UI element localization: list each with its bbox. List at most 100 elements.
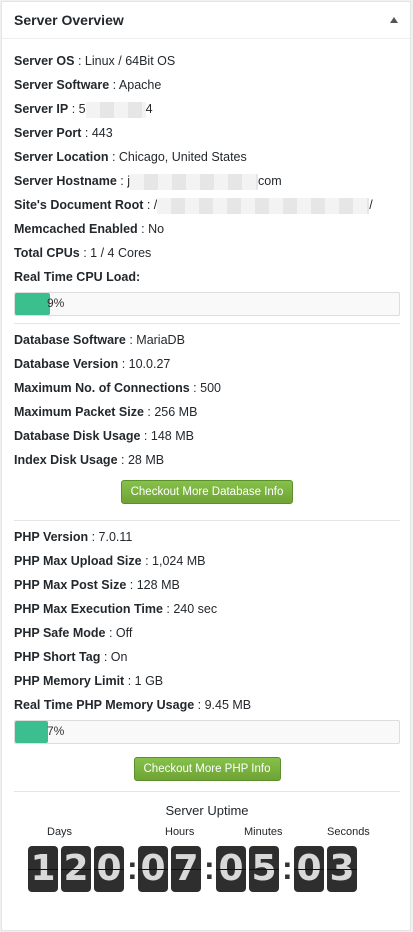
server-overview-panel: Server Overview Server OS : Linux / 64Bi…: [1, 1, 411, 931]
db-software-label: Database Software: [14, 333, 126, 347]
php-memory-limit-row: PHP Memory Limit : 1 GB: [14, 674, 164, 688]
php-info-button[interactable]: Checkout More PHP Info: [133, 757, 281, 781]
uptime-digit: 1: [28, 846, 58, 892]
db-disk-usage-row: Database Disk Usage : 148 MB: [14, 429, 194, 443]
panel-header[interactable]: Server Overview: [2, 2, 410, 39]
php-post-size-row: PHP Max Post Size : 128 MB: [14, 578, 180, 592]
php-execution-time-row: PHP Max Execution Time : 240 sec: [14, 602, 218, 616]
db-version-label: Database Version: [14, 357, 119, 371]
total-cpus-value: 1 / 4 Cores: [90, 246, 152, 260]
server-port-label: Server Port: [14, 126, 82, 140]
db-max-connections-row: Maximum No. of Connections : 500: [14, 381, 221, 395]
php-safe-mode-label: PHP Safe Mode: [14, 626, 106, 640]
uptime-digit: 7: [171, 846, 201, 892]
index-disk-usage-value: 28 MB: [127, 453, 165, 467]
php-upload-size-value: 1,024 MB: [152, 554, 206, 568]
php-post-size-value: 128 MB: [136, 578, 180, 592]
php-execution-time-value: 240 sec: [173, 602, 218, 616]
db-max-connections-label: Maximum No. of Connections: [14, 381, 190, 395]
cpu-load-percent: 9%: [47, 296, 65, 310]
php-memory-limit-value: 1 GB: [134, 674, 164, 688]
seconds-label: Seconds: [327, 826, 370, 838]
cpu-load-row: Real Time CPU Load:: [14, 265, 400, 289]
uptime-digit: 0: [294, 846, 324, 892]
db-max-connections-value: 500: [200, 381, 221, 395]
cpu-load-fill: [15, 293, 50, 315]
php-short-tag-row: PHP Short Tag : On: [14, 650, 128, 664]
cpu-load-label: Real Time CPU Load:: [14, 270, 141, 284]
panel-title: Server Overview: [14, 12, 124, 28]
php-memory-usage-row: Real Time PHP Memory Usage : 9.45 MB: [14, 698, 252, 712]
php-safe-mode-row: PHP Safe Mode : Off: [14, 626, 133, 640]
minutes-label: Minutes: [244, 826, 283, 838]
db-version-value: 10.0.27: [128, 357, 171, 371]
server-os-value: Linux / 64Bit OS: [84, 54, 176, 68]
uptime-digit: 3: [327, 846, 357, 892]
uptime-digit: 5: [249, 846, 279, 892]
server-location-row: Server Location : Chicago, United States: [14, 150, 247, 164]
server-hostname-suffix: com: [258, 174, 282, 188]
index-disk-usage-row: Index Disk Usage : 28 MB: [14, 453, 165, 467]
uptime-digit: 2: [61, 846, 91, 892]
memcached-label: Memcached Enabled: [14, 222, 138, 236]
db-button-wrap: Checkout More Database Info: [14, 472, 400, 520]
divider: [14, 791, 400, 792]
php-memory-fill: [15, 721, 48, 743]
colon-separator: :: [127, 850, 138, 886]
db-disk-usage-label: Database Disk Usage: [14, 429, 141, 443]
server-hostname-row: Server Hostname : j com: [14, 173, 282, 190]
server-ip-label: Server IP: [14, 102, 69, 116]
server-ip-row: Server IP : 54: [14, 101, 153, 118]
db-disk-usage-value: 148 MB: [150, 429, 194, 443]
server-os-row: Server OS : Linux / 64Bit OS: [14, 54, 176, 68]
index-disk-usage-label: Index Disk Usage: [14, 453, 118, 467]
colon-separator: :: [282, 850, 293, 886]
server-location-value: Chicago, United States: [118, 150, 247, 164]
php-safe-mode-value: Off: [115, 626, 133, 640]
uptime-unit-labels: Days Hours Minutes Seconds: [14, 822, 400, 844]
php-short-tag-label: PHP Short Tag: [14, 650, 101, 664]
server-location-label: Server Location: [14, 150, 109, 164]
uptime-digit: 0: [138, 846, 168, 892]
db-version-row: Database Version : 10.0.27: [14, 357, 171, 371]
days-label: Days: [47, 826, 73, 838]
hours-label: Hours: [165, 826, 195, 838]
total-cpus-label: Total CPUs: [14, 246, 80, 260]
document-root-suffix: /: [369, 198, 373, 212]
divider: [14, 520, 400, 521]
php-memory-progress: 7%: [14, 720, 400, 744]
db-max-packet-row: Maximum Packet Size : 256 MB: [14, 405, 198, 419]
memcached-value: No: [148, 222, 165, 236]
php-version-label: PHP Version: [14, 530, 89, 544]
server-software-label: Server Software: [14, 78, 110, 92]
total-cpus-row: Total CPUs : 1 / 4 Cores: [14, 246, 152, 260]
memcached-row: Memcached Enabled : No: [14, 222, 165, 236]
server-ip-prefix: 5: [78, 102, 86, 116]
server-os-label: Server OS: [14, 54, 75, 68]
php-short-tag-value: On: [110, 650, 128, 664]
triangle-up-icon[interactable]: [390, 17, 398, 23]
php-version-value: 7.0.11: [98, 530, 133, 544]
panel-content: Server OS : Linux / 64Bit OS Server Soft…: [2, 39, 410, 896]
server-port-row: Server Port : 443: [14, 126, 113, 140]
db-software-row: Database Software : MariaDB: [14, 333, 185, 347]
db-max-packet-label: Maximum Packet Size: [14, 405, 144, 419]
php-button-wrap: Checkout More PHP Info: [14, 751, 400, 791]
database-info-button[interactable]: Checkout More Database Info: [120, 480, 294, 504]
uptime-digit: 0: [216, 846, 246, 892]
server-software-value: Apache: [118, 78, 162, 92]
server-port-value: 443: [91, 126, 113, 140]
db-software-value: MariaDB: [136, 333, 185, 347]
db-max-packet-value: 256 MB: [154, 405, 198, 419]
document-root-label: Site's Document Root: [14, 198, 144, 212]
cpu-load-progress: 9%: [14, 292, 400, 316]
php-memory-usage-value: 9.45 MB: [204, 698, 252, 712]
php-memory-usage-label: Real Time PHP Memory Usage: [14, 698, 195, 712]
php-memory-percent: 7%: [47, 724, 65, 738]
php-upload-size-label: PHP Max Upload Size: [14, 554, 142, 568]
redacted-block: [157, 197, 370, 214]
php-version-row: PHP Version : 7.0.11: [14, 530, 133, 544]
divider: [14, 323, 400, 324]
server-hostname-label: Server Hostname: [14, 174, 117, 188]
redacted-block: [130, 173, 259, 190]
